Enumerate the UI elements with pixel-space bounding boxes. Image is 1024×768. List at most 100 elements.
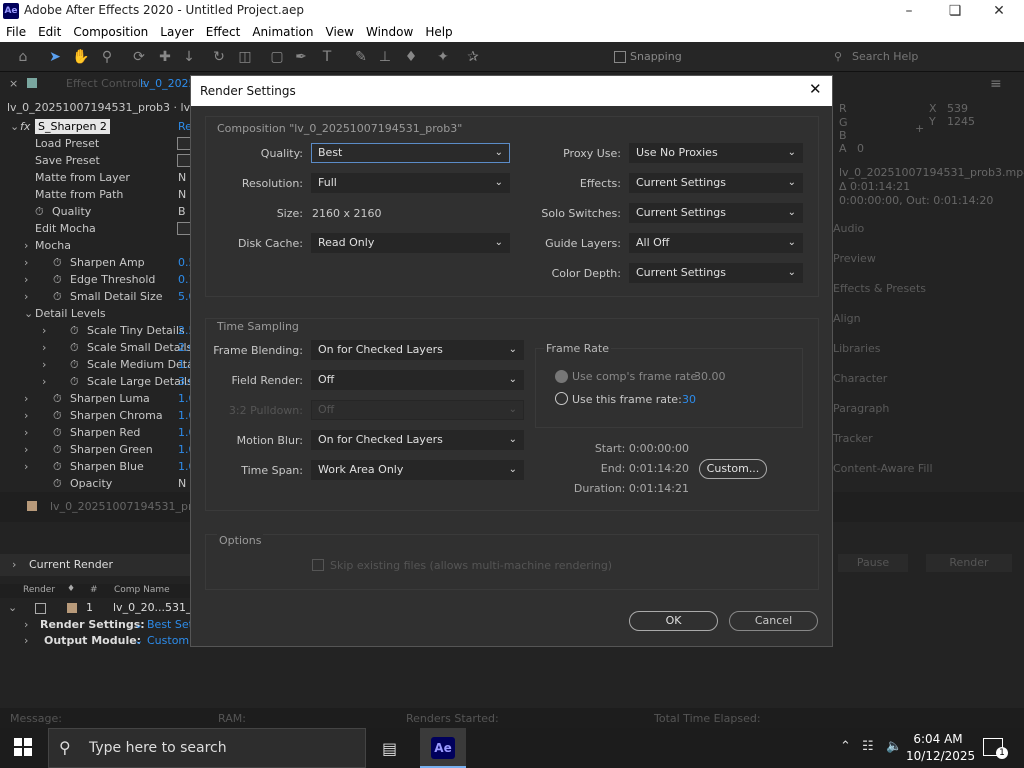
close-window-button[interactable]: ✕ (976, 0, 1022, 22)
fx-icon[interactable]: fx (20, 118, 30, 135)
property-button[interactable] (177, 137, 191, 150)
chevron-right-icon[interactable]: › (24, 441, 28, 458)
this-rate-value[interactable]: 30 (682, 393, 696, 406)
stopwatch-icon[interactable]: ⏱ (53, 288, 62, 305)
pan-behind-icon[interactable]: ◫ (236, 48, 254, 66)
panel-entry[interactable]: Content-Aware Fill (833, 462, 1024, 482)
menu-effect[interactable]: Effect (200, 22, 247, 42)
motion-blur-dropdown[interactable]: On for Checked Layers ⌄ (311, 430, 524, 450)
search-help-icon[interactable]: ⚲ (834, 50, 842, 63)
render-settings-chevron-icon[interactable]: ⌄ (134, 618, 143, 631)
pen-tool-icon[interactable]: ✒ (292, 48, 310, 66)
clone-stamp-icon[interactable]: ⊥ (376, 48, 394, 66)
skip-existing-checkbox[interactable] (312, 559, 324, 571)
chevron-right-icon[interactable]: › (24, 458, 28, 475)
search-help-field[interactable]: Search Help (852, 50, 918, 63)
chevron-right-icon[interactable]: › (24, 407, 28, 424)
chevron-right-icon[interactable]: › (42, 373, 46, 390)
effect-property-row[interactable]: › ⏱ Small Detail Size 5.0 (0, 288, 196, 305)
chevron-right-icon[interactable]: › (24, 271, 28, 288)
effect-property-row[interactable]: Edit Mocha (0, 220, 191, 237)
use-this-rate-radio[interactable] (555, 392, 568, 405)
clock-time[interactable]: 6:04 AM (910, 732, 966, 746)
zoom-tool-icon[interactable]: ⚲ (98, 48, 116, 66)
chevron-right-icon[interactable]: › (24, 237, 28, 254)
property-value[interactable]: N (178, 475, 186, 492)
brush-tool-icon[interactable]: ✎ (352, 48, 370, 66)
effect-name[interactable]: S_Sharpen 2 (35, 119, 110, 134)
guide-layers-dropdown[interactable]: All Off ⌄ (629, 233, 803, 253)
effect-property-row[interactable]: › ⏱ Sharpen Chroma 1.0 (0, 407, 196, 424)
effect-property-row[interactable]: › ⏱ Scale Medium Detail 1.5 (0, 356, 200, 373)
menu-window[interactable]: Window (360, 22, 419, 42)
stopwatch-icon[interactable]: ⏱ (53, 475, 62, 492)
panel-entry[interactable]: Libraries (833, 342, 1024, 362)
menu-file[interactable]: File (0, 22, 32, 42)
cancel-button[interactable]: Cancel (729, 611, 818, 631)
chevron-right-icon[interactable]: › (24, 390, 28, 407)
effect-property-row[interactable]: › ⏱ Scale Tiny Details 2.5 (0, 322, 196, 339)
property-value[interactable]: N (178, 186, 186, 203)
rotate-tool-icon[interactable]: ↻ (210, 48, 228, 66)
speaker-muted-icon[interactable]: 🔈 (886, 739, 902, 754)
menu-composition[interactable]: Composition (67, 22, 154, 42)
stopwatch-icon[interactable]: ⏱ (53, 458, 62, 475)
effect-property-row[interactable]: › Mocha (0, 237, 190, 254)
color-depth-dropdown[interactable]: Current Settings ⌄ (629, 263, 803, 283)
use-comp-rate-radio[interactable] (555, 370, 568, 383)
menu-view[interactable]: View (320, 22, 360, 42)
effect-controls-target[interactable]: lv_0_2025 (140, 77, 196, 90)
clock-date[interactable]: 10/12/2025 (906, 749, 975, 763)
effect-property-row[interactable]: ⌄ Detail Levels (0, 305, 190, 322)
render-button[interactable]: Render (926, 554, 1012, 572)
stopwatch-icon[interactable]: ⏱ (53, 390, 62, 407)
network-icon[interactable]: ☷ (862, 739, 874, 754)
effect-property-row[interactable]: › ⏱ Scale Small Details 2.0 (0, 339, 196, 356)
expand-current-render-icon[interactable]: › (12, 558, 16, 571)
stopwatch-icon[interactable]: ⏱ (53, 271, 62, 288)
col-comp-name[interactable]: Comp Name (114, 585, 170, 595)
custom-time-button[interactable]: Custom... (699, 459, 767, 479)
ok-button[interactable]: OK (629, 611, 718, 631)
menu-animation[interactable]: Animation (246, 22, 319, 42)
effect-property-row[interactable]: › ⏱ Scale Large Details 3.0 (0, 373, 196, 390)
chevron-right-icon[interactable]: › (24, 424, 28, 441)
orbit-camera-icon[interactable]: ⟳ (130, 48, 148, 66)
render-checkbox[interactable] (35, 603, 46, 614)
close-panel-icon[interactable]: × (9, 77, 18, 90)
quality-dropdown[interactable]: Best ⌄ (311, 143, 510, 163)
stopwatch-icon[interactable]: ⏱ (53, 424, 62, 441)
field-render-dropdown[interactable]: Off ⌄ (311, 370, 524, 390)
expand-render-settings-icon[interactable]: › (24, 618, 28, 631)
hand-tool-icon[interactable]: ✋ (72, 48, 90, 66)
effect-property-row[interactable]: › ⏱ Sharpen Blue 1.0 (0, 458, 196, 475)
menu-layer[interactable]: Layer (154, 22, 199, 42)
dolly-camera-icon[interactable]: ↓ (180, 48, 198, 66)
pause-button[interactable]: Pause (838, 554, 908, 572)
expand-row-icon[interactable]: ⌄ (8, 601, 17, 614)
home-icon[interactable]: ⌂ (14, 48, 32, 66)
proxy-use-dropdown[interactable]: Use No Proxies ⌄ (629, 143, 803, 163)
chevron-right-icon[interactable]: › (24, 288, 28, 305)
after-effects-taskbar-button[interactable]: Ae (420, 728, 466, 768)
task-view-icon[interactable]: ▤ (382, 739, 397, 758)
effect-property-row[interactable]: Load Preset (0, 135, 191, 152)
stopwatch-icon[interactable]: ⏱ (70, 339, 79, 356)
maximize-button[interactable]: ❏ (932, 0, 978, 22)
minimize-button[interactable]: – (886, 0, 932, 22)
stopwatch-icon[interactable]: ⏱ (53, 441, 62, 458)
effect-property-row[interactable]: Matte from Layer N (0, 169, 190, 186)
output-module-chevron-icon[interactable]: ⌄ (134, 634, 143, 647)
property-value[interactable]: B (178, 203, 186, 220)
rectangle-tool-icon[interactable]: ▢ (268, 48, 286, 66)
frame-blending-dropdown[interactable]: On for Checked Layers ⌄ (311, 340, 524, 360)
panel-entry[interactable]: Audio (833, 222, 1024, 242)
panel-entry[interactable]: Align (833, 312, 1024, 332)
menu-edit[interactable]: Edit (32, 22, 67, 42)
collapse-effect-icon[interactable]: ⌄ (10, 118, 19, 135)
solo-switches-dropdown[interactable]: Current Settings ⌄ (629, 203, 803, 223)
pan-camera-icon[interactable]: ✚ (156, 48, 174, 66)
chevron-up-icon[interactable]: ⌃ (840, 739, 851, 754)
property-button[interactable] (177, 222, 191, 235)
panel-entry[interactable]: Paragraph (833, 402, 1024, 422)
